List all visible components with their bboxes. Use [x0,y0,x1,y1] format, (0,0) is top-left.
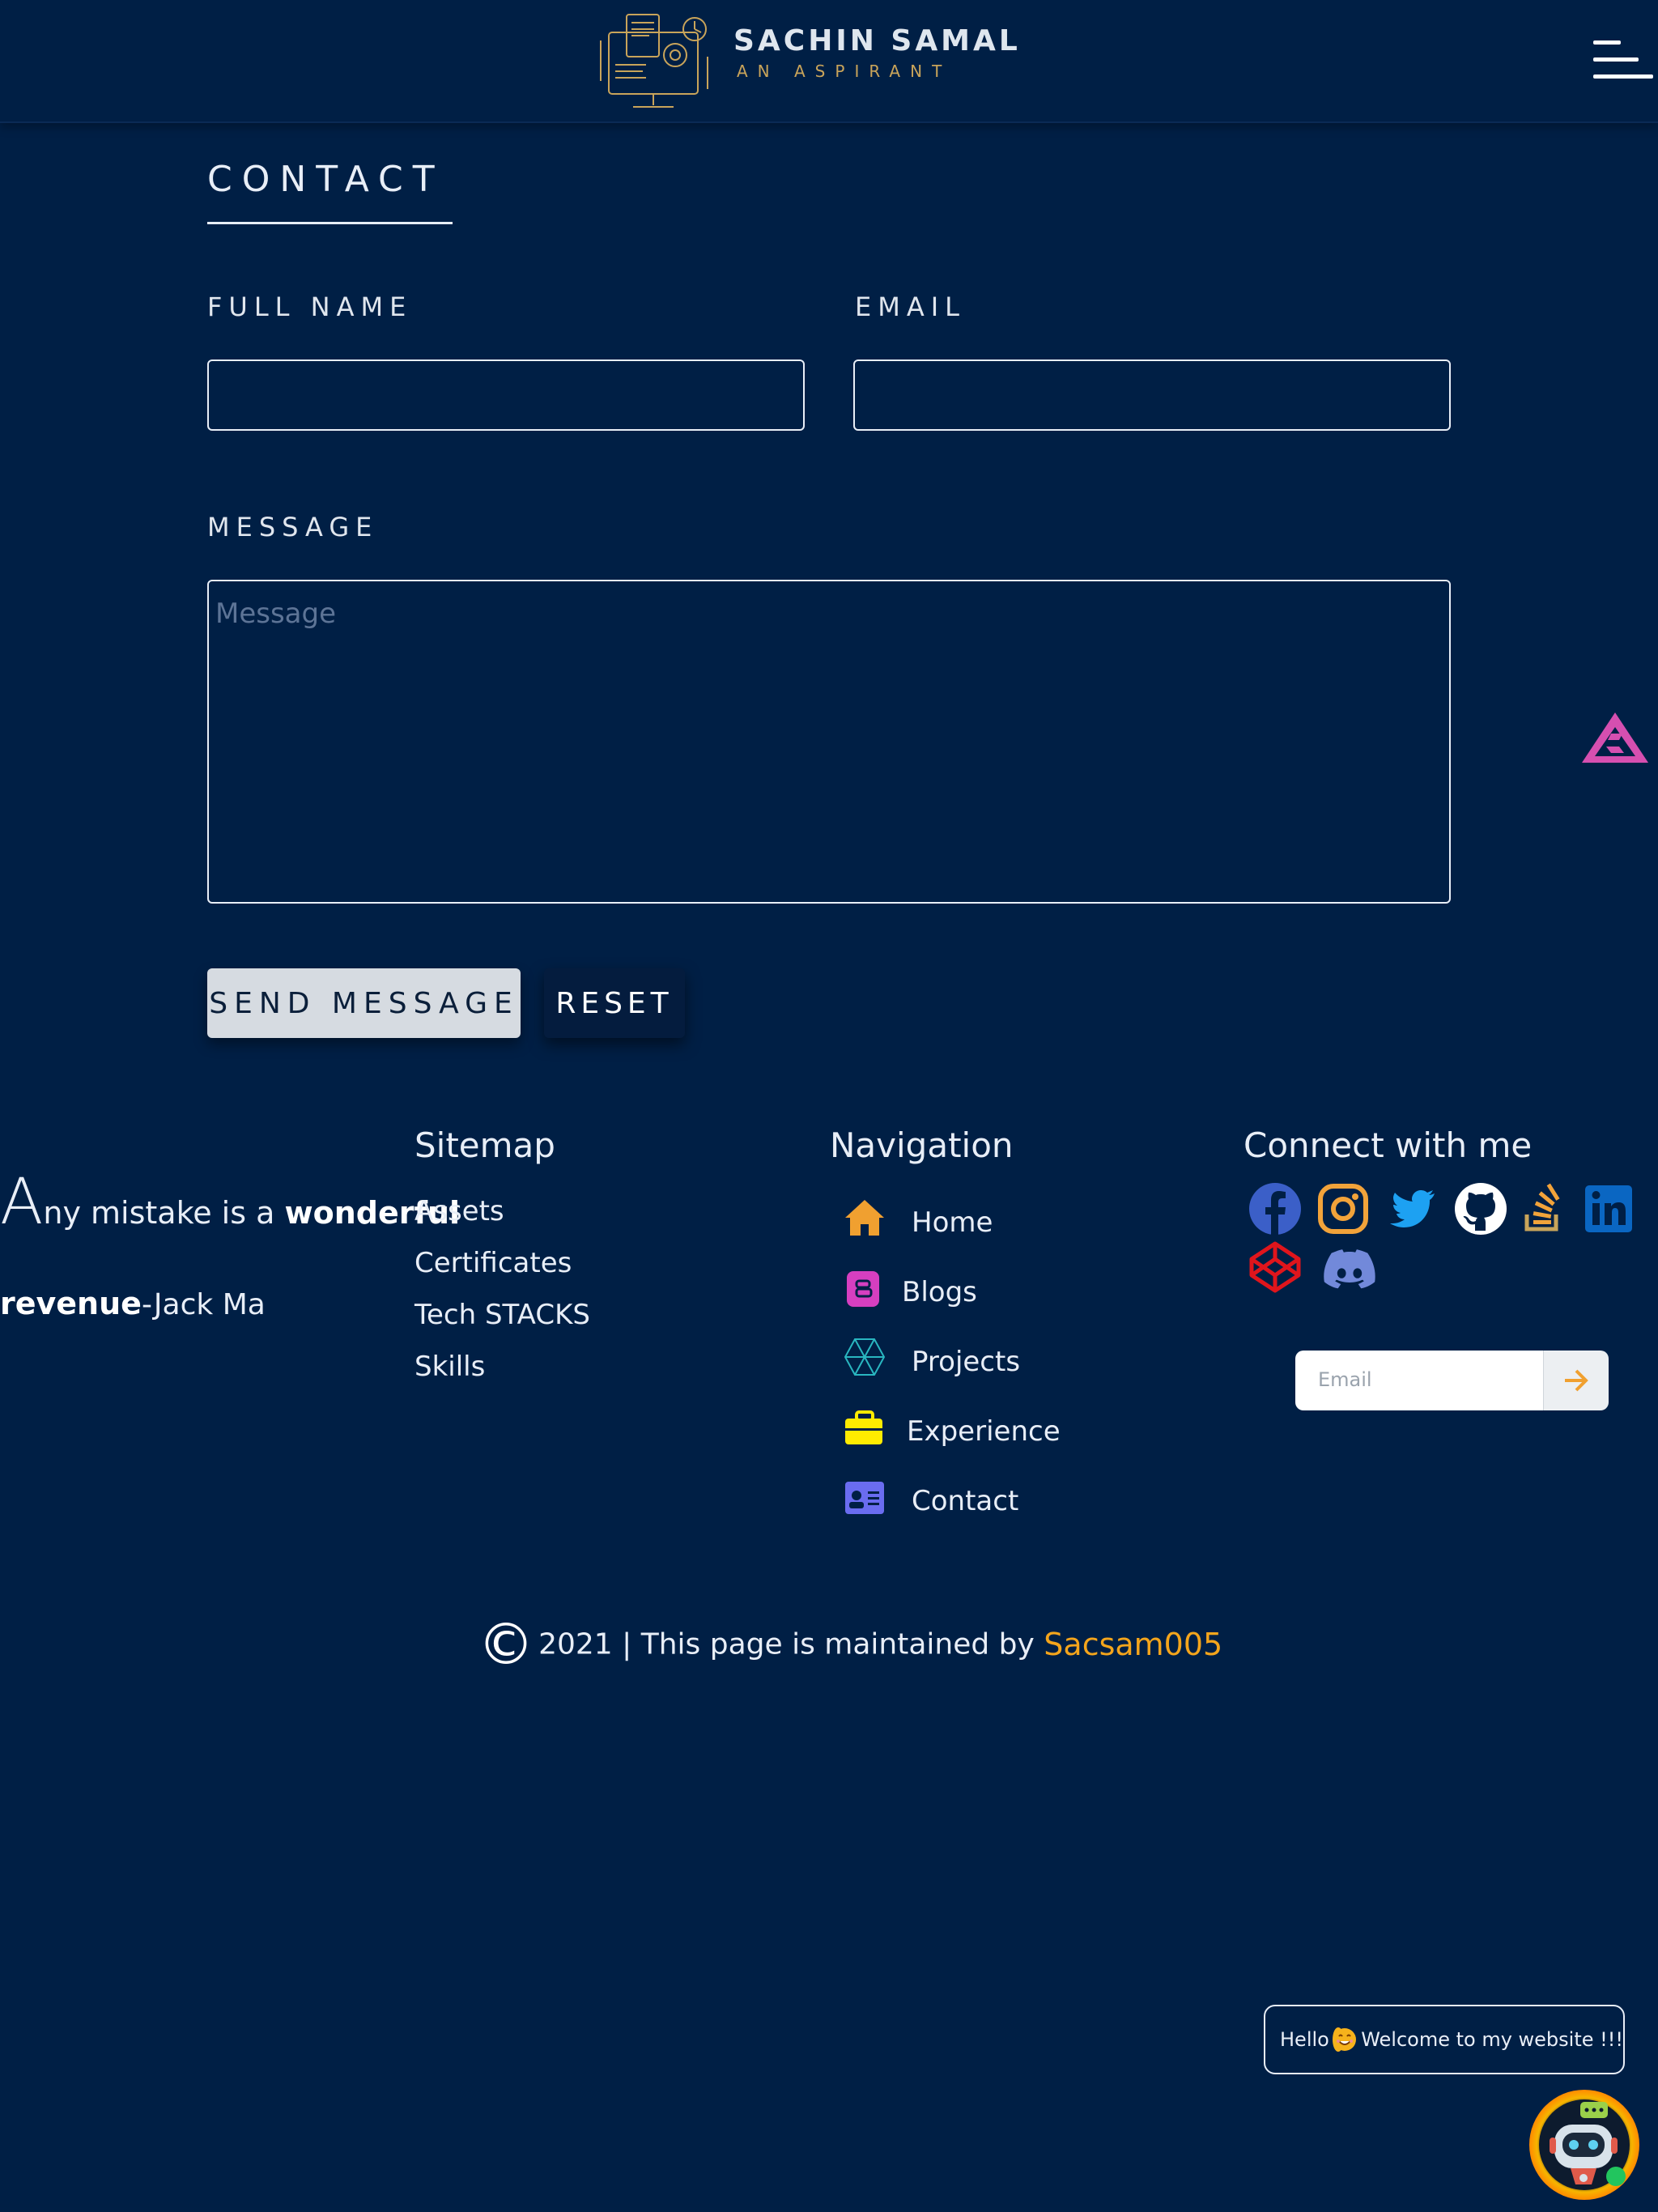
brand-tagline: AN ASPIRANT [737,62,952,81]
logo-icon[interactable] [597,8,717,113]
nav-item-projects[interactable]: Projects [912,1346,1020,1378]
contact-title: CONTACT [207,159,444,200]
instagram-icon[interactable] [1316,1182,1370,1236]
nav-item-home[interactable]: Home [912,1206,993,1239]
copyright: © 2021 | This page is maintained by Sacs… [478,1611,1222,1678]
site-header: SACHIN SAMAL AN ASPIRANT [0,0,1658,123]
message-label: MESSAGE [207,512,379,542]
title-underline [207,222,453,224]
briefcase-icon [845,1410,882,1444]
facebook-icon[interactable] [1248,1182,1302,1236]
codepen-icon[interactable] [1248,1240,1302,1294]
reset-button[interactable]: RESET [544,968,685,1038]
contact-card-icon [845,1482,884,1514]
copyright-symbol: © [478,1611,534,1678]
newsletter-form: Email [1295,1351,1609,1410]
sitemap-link-assets[interactable]: Assets [414,1195,504,1227]
newsletter-submit-button[interactable] [1543,1351,1609,1410]
chatbot-robot-icon[interactable] [1528,2089,1640,2201]
chat-greeting-hello: Hello [1280,2028,1329,2051]
sitemap-link-certificates[interactable]: Certificates [414,1247,572,1279]
chat-greeting-bubble: Hello ! Welcome to my website !!! [1264,2005,1625,2074]
sitemap-link-skills[interactable]: Skills [414,1351,485,1383]
stackoverflow-icon[interactable] [1517,1182,1571,1236]
linkedin-icon[interactable] [1582,1182,1635,1236]
discord-icon[interactable] [1323,1244,1376,1297]
connect-title: Connect with me [1244,1125,1533,1165]
newsletter-placeholder: Email [1318,1368,1372,1391]
quote-line-2: revenue-Jack Ma [0,1286,266,1321]
quote-author: -Jack Ma [141,1288,266,1321]
sitemap-link-tech-stacks[interactable]: Tech STACKS [414,1299,590,1331]
full-name-input[interactable] [207,359,805,431]
quote-highlight-2: revenue [0,1286,142,1321]
github-icon[interactable] [1454,1182,1507,1236]
message-textarea[interactable]: Message [207,580,1451,904]
nav-item-blogs[interactable]: Blogs [902,1276,977,1308]
home-icon [845,1200,884,1236]
quote-first-letter: A [0,1166,44,1239]
email-input[interactable] [853,359,1451,431]
twitter-icon[interactable] [1384,1182,1438,1236]
hamburger-menu-icon[interactable] [1593,40,1653,81]
full-name-label: FULL NAME [207,291,413,322]
navigation-title: Navigation [830,1125,1014,1165]
chat-greeting-welcome: ! Welcome to my website !!! [1346,2028,1623,2051]
blogger-icon [847,1271,879,1307]
nav-item-contact[interactable]: Contact [912,1485,1018,1517]
send-message-button[interactable]: SEND MESSAGE [207,968,521,1038]
copyright-author-link[interactable]: Sacsam005 [1044,1627,1222,1662]
copyright-text: 2021 | This page is maintained by [538,1627,1044,1661]
nav-item-experience[interactable]: Experience [907,1415,1061,1448]
arrow-right-icon [1565,1369,1588,1392]
projects-icon [844,1338,886,1376]
message-placeholder: Message [215,598,337,630]
scroll-to-top-icon[interactable] [1579,709,1652,766]
sitemap-title: Sitemap [414,1125,555,1165]
email-label: EMAIL [855,291,966,322]
brand-name[interactable]: SACHIN SAMAL [733,24,1021,57]
newsletter-email-input[interactable]: Email [1295,1351,1543,1410]
quote-text: ny mistake is a [43,1195,285,1231]
smile-emoji-icon [1332,2027,1356,2052]
quote: Any mistake is a wonderful [0,1166,460,1239]
